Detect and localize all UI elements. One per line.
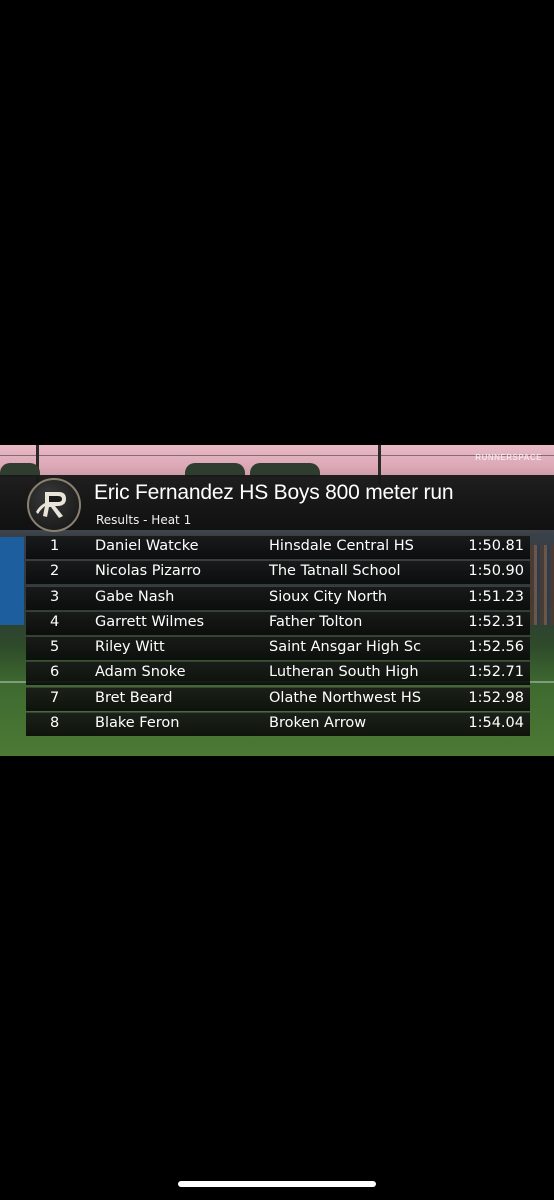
result-row: 5 Riley Witt Saint Ansgar High Sc 1:52.5… — [26, 636, 530, 661]
place-cell: 5 — [50, 639, 60, 656]
time-cell: 1:52.31 — [468, 613, 524, 630]
result-row: 7 Bret Beard Olathe Northwest HS 1:52.98 — [26, 686, 530, 711]
result-row: 6 Adam Snoke Lutheran South High 1:52.71 — [26, 661, 530, 686]
athlete-cell: Riley Witt — [95, 639, 165, 656]
athlete-cell: Bret Beard — [95, 689, 173, 706]
result-row: 8 Blake Feron Broken Arrow 1:54.04 — [26, 712, 530, 737]
time-cell: 1:54.04 — [468, 715, 524, 732]
place-cell: 1 — [50, 538, 60, 554]
school-cell: Lutheran South High — [269, 664, 419, 681]
broadcast-watermark: RUNNERSPACE — [475, 453, 542, 462]
time-cell: 1:50.81 — [468, 538, 524, 554]
home-indicator[interactable] — [178, 1181, 376, 1187]
school-cell: Hinsdale Central HS — [269, 538, 414, 554]
school-cell: The Tatnall School — [269, 563, 401, 580]
time-cell: 1:52.71 — [468, 664, 524, 681]
athlete-cell: Daniel Watcke — [95, 538, 199, 554]
athlete-cell: Garrett Wilmes — [95, 613, 205, 630]
athlete-cell: Gabe Nash — [95, 588, 175, 605]
time-cell: 1:52.98 — [468, 689, 524, 706]
crowd — [530, 545, 554, 625]
power-line — [0, 455, 554, 456]
results-header: Eric Fernandez HS Boys 800 meter run Res… — [0, 475, 554, 532]
time-cell: 1:50.90 — [468, 563, 524, 580]
place-cell: 7 — [50, 689, 60, 706]
school-cell: Father Tolton — [269, 613, 363, 630]
result-row: 1 Daniel Watcke Hinsdale Central HS 1:50… — [26, 535, 530, 559]
stadium-banner — [0, 537, 24, 625]
event-subtitle: Results - Heat 1 — [96, 513, 192, 527]
time-cell: 1:51.23 — [468, 588, 524, 605]
athlete-cell: Nicolas Pizarro — [95, 563, 201, 580]
result-row: 4 Garrett Wilmes Father Tolton 1:52.31 — [26, 610, 530, 635]
runner-logo-icon — [27, 478, 81, 532]
place-cell: 4 — [50, 613, 60, 630]
place-cell: 6 — [50, 664, 60, 681]
athlete-cell: Blake Feron — [95, 715, 180, 732]
school-cell: Broken Arrow — [269, 715, 367, 732]
result-row: 2 Nicolas Pizarro The Tatnall School 1:5… — [26, 560, 530, 585]
place-cell: 2 — [50, 563, 60, 580]
place-cell: 8 — [50, 715, 60, 732]
time-cell: 1:52.56 — [468, 639, 524, 656]
school-cell: Sioux City North — [269, 588, 388, 605]
place-cell: 3 — [50, 588, 60, 605]
result-row: 3 Gabe Nash Sioux City North 1:51.23 — [26, 585, 530, 610]
event-title: Eric Fernandez HS Boys 800 meter run — [94, 481, 454, 504]
results-table: 1 Daniel Watcke Hinsdale Central HS 1:50… — [26, 535, 530, 737]
school-cell: Olathe Northwest HS — [269, 689, 422, 706]
video-frame: RUNNERSPACE Eric Fernandez HS Boys 800 m… — [0, 445, 554, 756]
athlete-cell: Adam Snoke — [95, 664, 186, 681]
school-cell: Saint Ansgar High Sc — [269, 639, 422, 656]
